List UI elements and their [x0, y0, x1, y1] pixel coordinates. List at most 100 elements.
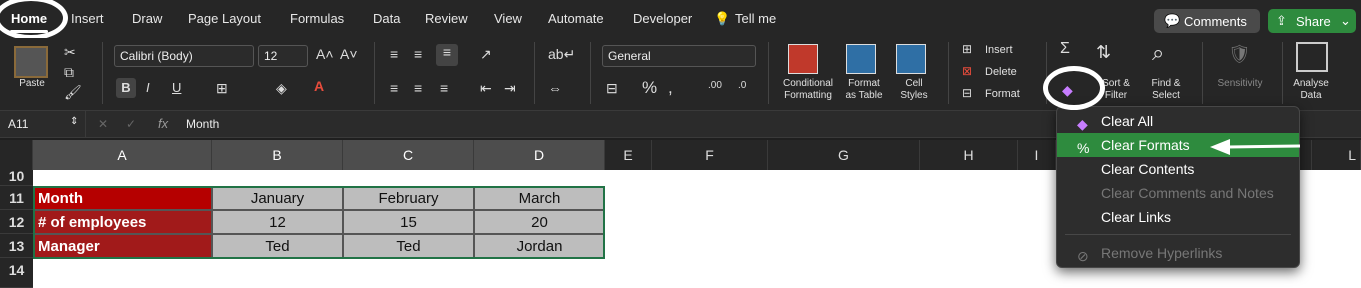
row-header-11[interactable]: 11 [0, 186, 33, 210]
percent-style-button[interactable]: % [642, 78, 657, 98]
tab-view[interactable]: View [494, 11, 522, 26]
analyse-data-label[interactable]: Analyse Data [1288, 78, 1334, 102]
tab-automate[interactable]: Automate [548, 11, 604, 26]
analyse-data-icon[interactable] [1296, 42, 1328, 72]
align-center-icon[interactable]: ≡ [414, 80, 422, 96]
font-color-icon[interactable]: A [314, 78, 324, 94]
tell-me-search[interactable]: Tell me [735, 11, 776, 26]
sort-filter-icon[interactable]: ⇅ [1096, 42, 1111, 63]
decrease-font-icon[interactable]: A˅ [340, 46, 358, 62]
column-header-g[interactable]: G [768, 140, 920, 170]
enter-icon[interactable]: ✓ [126, 117, 136, 131]
copy-icon[interactable]: ⧉ [64, 64, 74, 81]
delete-cells-icon[interactable]: ⊠ [962, 64, 972, 78]
font-size-select[interactable]: 12 [258, 45, 308, 67]
autosum-icon[interactable]: Σ [1060, 40, 1070, 58]
column-header-f[interactable]: F [652, 140, 768, 170]
increase-indent-icon[interactable]: ⇥ [504, 80, 516, 97]
increase-decimal-icon[interactable]: .00 [708, 80, 722, 91]
cell-d12[interactable]: 20 [474, 210, 605, 234]
conditional-formatting-icon[interactable] [788, 44, 818, 74]
wrap-text-icon[interactable]: ab↵ [548, 46, 575, 63]
format-painter-icon[interactable]: 🖌 [64, 84, 82, 101]
align-bottom-icon[interactable]: ≡ [436, 44, 458, 66]
tab-review[interactable]: Review [425, 11, 468, 26]
align-right-icon[interactable]: ≡ [440, 80, 448, 96]
column-header-i[interactable]: I [1018, 140, 1056, 170]
row-header-13[interactable]: 13 [0, 234, 33, 258]
insert-cells-label[interactable]: Insert [985, 44, 1013, 56]
menu-item-clear-all[interactable]: ◆ Clear All [1057, 109, 1299, 133]
menu-item-clear-contents[interactable]: Clear Contents [1057, 157, 1299, 181]
format-cells-icon[interactable]: ⊟ [962, 86, 972, 100]
column-header-h[interactable]: H [920, 140, 1018, 170]
cell-styles-icon[interactable] [896, 44, 926, 74]
cell-a12[interactable]: # of employees [33, 210, 212, 234]
comma-style-icon[interactable]: , [668, 78, 673, 98]
font-name-select[interactable]: Calibri (Body) [114, 45, 254, 67]
orientation-icon[interactable]: ↗ [480, 46, 492, 63]
column-header-c[interactable]: C [343, 140, 474, 170]
cell-c13[interactable]: Ted [343, 234, 474, 258]
formula-input[interactable]: Month [186, 117, 219, 131]
tab-insert[interactable]: Insert [71, 11, 104, 26]
tab-data[interactable]: Data [373, 11, 400, 26]
fill-color-icon[interactable]: ◈ [276, 80, 287, 97]
column-header-e[interactable]: E [605, 140, 652, 170]
format-as-table-label[interactable]: Format as Table [838, 78, 890, 102]
insert-function-button[interactable]: fx [158, 116, 168, 131]
cell-d13[interactable]: Jordan [474, 234, 605, 258]
row-header-12[interactable]: 12 [0, 210, 33, 234]
decrease-decimal-icon[interactable]: .0 [738, 80, 746, 91]
find-select-icon[interactable]: ⌕ [1152, 40, 1164, 66]
format-cells-label[interactable]: Format [985, 88, 1020, 100]
column-header-a[interactable]: A [33, 140, 212, 170]
tab-formulas[interactable]: Formulas [290, 11, 344, 26]
cell-a11[interactable]: Month [33, 186, 212, 210]
merge-center-icon[interactable]: ⇔ [548, 80, 562, 96]
align-middle-icon[interactable]: ≡ [414, 46, 422, 62]
delete-cells-label[interactable]: Delete [985, 66, 1017, 78]
comments-button[interactable]: 💬 Comments [1154, 9, 1260, 33]
row-header-10[interactable]: 10 [0, 169, 33, 186]
find-select-label[interactable]: Find & Select [1144, 78, 1188, 102]
align-left-icon[interactable]: ≡ [390, 80, 398, 96]
tab-page-layout[interactable]: Page Layout [188, 11, 261, 26]
column-header-l[interactable]: L [1312, 140, 1361, 170]
cell-b11[interactable]: January [212, 186, 343, 210]
cell-b12[interactable]: 12 [212, 210, 343, 234]
sensitivity-icon[interactable]: 🛡 [1228, 44, 1251, 65]
align-top-icon[interactable]: ≡ [390, 46, 398, 62]
menu-item-clear-links[interactable]: Clear Links [1057, 205, 1299, 229]
number-format-select[interactable]: General [602, 45, 756, 67]
borders-icon[interactable]: ⊞ [216, 80, 228, 97]
name-box[interactable]: A11 ⇕ [0, 111, 86, 137]
cell-d11[interactable]: March [474, 186, 605, 210]
sensitivity-label[interactable]: Sensitivity [1212, 78, 1268, 90]
conditional-formatting-label[interactable]: Conditional Formatting [776, 78, 840, 102]
cell-c11[interactable]: February [343, 186, 474, 210]
cancel-icon[interactable]: ✕ [98, 117, 108, 131]
cell-a13[interactable]: Manager [33, 234, 212, 258]
underline-button[interactable]: U [172, 80, 181, 95]
format-as-table-icon[interactable] [846, 44, 876, 74]
tab-developer[interactable]: Developer [633, 11, 692, 26]
bold-button[interactable]: B [116, 78, 136, 98]
cell-c12[interactable]: 15 [343, 210, 474, 234]
paste-label[interactable]: Paste [14, 78, 50, 90]
scissors-icon[interactable]: ✂ [64, 44, 76, 61]
row-header-14[interactable]: 14 [0, 258, 33, 288]
cell-b13[interactable]: Ted [212, 234, 343, 258]
select-all-corner[interactable] [0, 140, 33, 170]
column-header-d[interactable]: D [474, 140, 605, 170]
decrease-indent-icon[interactable]: ⇤ [480, 80, 492, 97]
increase-font-icon[interactable]: A˄ [316, 46, 334, 62]
share-button[interactable]: ⇪ Share ⌄ [1268, 9, 1356, 33]
column-header-b[interactable]: B [212, 140, 343, 170]
accounting-format-icon[interactable]: ⊟ [606, 80, 618, 97]
italic-button[interactable]: I [146, 80, 150, 95]
cell-styles-label[interactable]: Cell Styles [892, 78, 936, 102]
tab-draw[interactable]: Draw [132, 11, 162, 26]
insert-cells-icon[interactable]: ⊞ [962, 42, 972, 56]
paste-icon[interactable] [14, 46, 48, 78]
